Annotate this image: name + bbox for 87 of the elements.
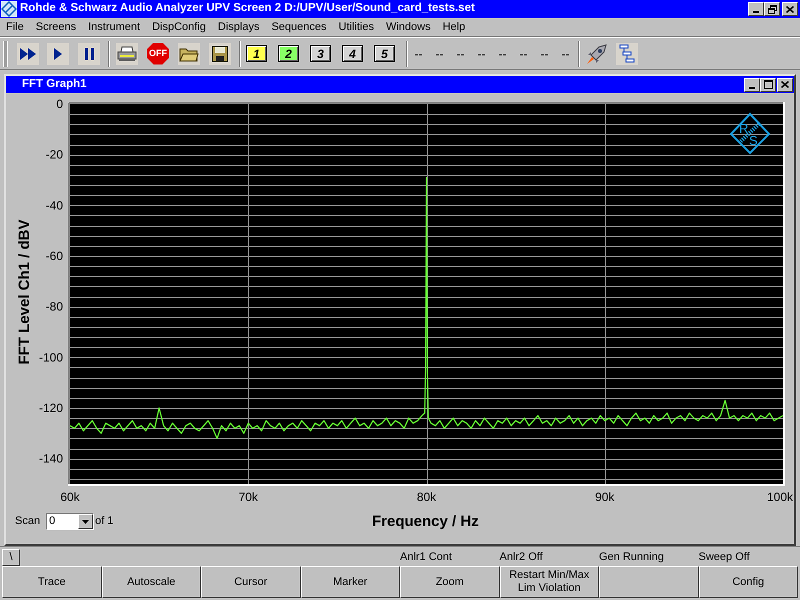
menu-item[interactable]: Windows xyxy=(380,18,437,36)
empty-slot-label: -- xyxy=(540,46,550,62)
axis-tick-label: -60 xyxy=(46,249,63,263)
rocket-button[interactable] xyxy=(586,42,608,64)
axis-title: Frequency / Hz xyxy=(372,513,479,531)
pause-icon xyxy=(84,48,94,60)
axis-tick-label: 60k xyxy=(60,490,80,504)
tree-icon xyxy=(619,44,635,64)
softkey-button[interactable]: Cursor xyxy=(201,566,300,598)
empty-slot-label: -- xyxy=(560,46,570,62)
menu-item[interactable]: DispConfig xyxy=(146,18,212,36)
empty-slot-label: -- xyxy=(456,46,466,62)
toolbar-grip[interactable] xyxy=(3,40,8,66)
axis-tick-label: -40 xyxy=(46,198,63,212)
softkey-button[interactable]: Autoscale xyxy=(102,566,201,598)
open-button[interactable] xyxy=(178,42,200,64)
status-label: Gen Running xyxy=(599,550,665,565)
softkey-button[interactable]: Config xyxy=(698,566,798,598)
axis-tick-label: -100 xyxy=(38,350,63,364)
close-icon xyxy=(786,6,794,12)
axis-tick-label: -20 xyxy=(46,148,63,162)
menu-item[interactable]: Displays xyxy=(212,18,266,36)
close-icon xyxy=(781,81,789,88)
menu-item[interactable]: Sequences xyxy=(265,18,332,36)
screen-button[interactable]: 3 xyxy=(310,45,331,62)
play-icon xyxy=(54,48,62,60)
rocket-icon xyxy=(586,42,608,64)
minimize-icon xyxy=(753,11,759,13)
scan-dropdown[interactable]: 0 xyxy=(46,513,94,530)
axis-tick-label: 70k xyxy=(238,490,258,504)
softkey-button[interactable]: Restart Min/Max Lim Violation xyxy=(500,566,599,598)
status-label: Anlr2 Off xyxy=(500,550,544,565)
restore-button[interactable] xyxy=(764,2,780,16)
graph-window-title: FFT Graph1 xyxy=(22,76,87,92)
dropdown-arrow-icon xyxy=(82,520,90,524)
screen-button[interactable]: 4 xyxy=(342,45,363,62)
tab-button[interactable]: \ xyxy=(2,548,20,566)
menu-item[interactable]: Utilities xyxy=(332,18,380,36)
play-button[interactable] xyxy=(47,42,69,64)
folder-icon xyxy=(179,46,199,62)
screen-button[interactable]: 5 xyxy=(374,45,395,62)
screen-button[interactable]: 1 xyxy=(246,45,267,62)
brand-logo: R S xyxy=(730,112,770,154)
restore-icon xyxy=(768,4,776,14)
axis-tick-label: 0 xyxy=(56,97,63,111)
axis-tick-label: -80 xyxy=(46,300,63,314)
printer-icon xyxy=(117,46,137,62)
menu-item[interactable]: File xyxy=(0,18,30,36)
empty-slot-label: -- xyxy=(518,46,528,62)
maximize-icon xyxy=(764,80,772,89)
fast-forward-button[interactable] xyxy=(17,42,39,64)
axis-tick-label: 90k xyxy=(595,490,614,504)
status-label: Anlr1 Cont xyxy=(400,550,453,565)
axis-tick-label: -140 xyxy=(38,452,63,466)
axis-tick-label: 80k xyxy=(416,490,436,504)
scan-label: Scan xyxy=(15,514,40,530)
pause-button[interactable] xyxy=(78,42,100,64)
empty-slot-label: -- xyxy=(434,46,444,62)
axis-tick-label: -120 xyxy=(38,401,63,415)
empty-slot-label: -- xyxy=(414,46,424,62)
empty-slot-label: -- xyxy=(498,46,508,62)
softkey-button[interactable]: Zoom xyxy=(400,566,500,598)
minimize-icon xyxy=(749,86,755,88)
print-button[interactable] xyxy=(116,42,138,64)
axis-tick-label: 100k xyxy=(766,490,794,504)
sequence-tree-button[interactable] xyxy=(616,42,638,64)
blank-softkey-button[interactable] xyxy=(599,566,698,598)
window-title: Rohde & Schwarz Audio Analyzer UPV Screen 2 D:/UPV/User/Sound_card_tests.set xyxy=(20,1,475,16)
app-icon xyxy=(1,1,17,17)
menu-item[interactable]: Instrument xyxy=(82,18,146,36)
empty-slot-label: -- xyxy=(476,46,486,62)
menu-item[interactable]: Help xyxy=(436,18,472,36)
softkey-button[interactable]: Marker xyxy=(300,566,400,598)
screen-button[interactable]: 2 xyxy=(278,45,299,62)
minimize-button[interactable] xyxy=(744,78,760,92)
off-button[interactable]: OFF xyxy=(147,42,169,64)
menu-item[interactable]: Screens xyxy=(30,18,82,36)
save-button[interactable] xyxy=(209,42,231,64)
minimize-button[interactable] xyxy=(748,2,764,16)
close-button[interactable] xyxy=(782,2,798,16)
maximize-button[interactable] xyxy=(760,78,776,92)
softkey-button[interactable]: Trace xyxy=(2,566,102,598)
close-button[interactable] xyxy=(777,78,793,92)
status-label: Sweep Off xyxy=(698,550,751,565)
axis-title: FFT Level Ch1 / dBV xyxy=(16,219,33,365)
fast-forward-icon xyxy=(20,48,36,60)
scan-count-label: of 1 xyxy=(95,514,114,530)
